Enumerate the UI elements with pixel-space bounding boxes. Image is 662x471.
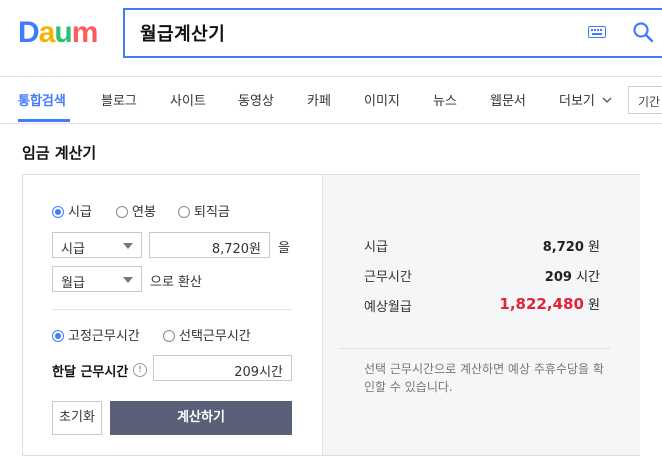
result-panel (322, 175, 640, 455)
result-hourly-unit: 원 (588, 240, 600, 255)
daum-logo[interactable]: Daum (18, 18, 108, 48)
tab-site[interactable]: 사이트 (170, 90, 206, 109)
result-monthly-number: 1,822,480 (499, 295, 584, 313)
tab-more-label: 더보기 (559, 94, 595, 109)
result-hourly-number: 8,720 (542, 240, 584, 255)
convert-suffix: 으로 환산 (150, 275, 202, 290)
radio-dot (52, 330, 64, 342)
info-icon[interactable]: ! (133, 363, 147, 377)
tab-more[interactable]: 더보기 (559, 90, 612, 109)
logo-letter-a: a (38, 16, 56, 49)
radio-fixed-hours-label: 고정근무시간 (68, 329, 140, 344)
calculate-button[interactable]: 계산하기 (110, 401, 292, 435)
tab-cafe[interactable]: 카페 (307, 90, 331, 109)
convert-unit-select[interactable]: 월급 (52, 266, 142, 292)
wage-unit-value: 시급 (61, 242, 85, 257)
tab-news[interactable]: 뉴스 (433, 90, 457, 109)
search-icon[interactable] (632, 21, 654, 43)
tab-web[interactable]: 웹문서 (490, 90, 526, 109)
result-label-monthly: 예상월급 (364, 300, 412, 315)
active-tab-indicator (18, 119, 70, 122)
hours-label: 한달 근무시간 (52, 365, 129, 380)
tab-all[interactable]: 통합검색 (18, 90, 66, 109)
amount-input[interactable]: 8,720원 (149, 232, 270, 258)
convert-unit-value: 월급 (61, 276, 85, 291)
radio-annual[interactable]: 연봉 (116, 201, 156, 220)
logo-letter-d: D (18, 16, 40, 49)
logo-letter-u: u (54, 16, 72, 49)
result-monthly-unit: 원 (588, 298, 600, 313)
result-hours-unit: 시간 (576, 270, 600, 285)
radio-dot (52, 206, 64, 218)
result-divider (340, 348, 610, 349)
divider (52, 309, 292, 310)
tab-video[interactable]: 동영상 (238, 90, 274, 109)
search-input[interactable]: 월급계산기 (140, 20, 225, 46)
radio-fixed-hours[interactable]: 고정근무시간 (52, 325, 140, 344)
result-label-hourly: 시급 (364, 240, 388, 255)
hours-input[interactable]: 209시간 (153, 355, 292, 381)
keyboard-icon[interactable] (588, 26, 606, 38)
radio-dot (116, 206, 128, 218)
result-note: 선택 근무시간으로 계산하면 예상 주휴수당을 확인할 수 있습니다. (364, 362, 604, 394)
radio-dot (163, 330, 175, 342)
result-label-hours: 근무시간 (364, 270, 412, 285)
chevron-down-icon (602, 97, 612, 103)
result-value-hours: 209 시간 (545, 266, 600, 285)
tab-blog[interactable]: 블로그 (101, 90, 137, 109)
radio-flexible-hours-label: 선택근무시간 (179, 329, 251, 344)
wage-unit-select[interactable]: 시급 (52, 232, 142, 258)
result-value-hourly: 8,720 원 (543, 236, 600, 255)
radio-hourly-label: 시급 (68, 205, 92, 220)
radio-hourly[interactable]: 시급 (52, 201, 92, 220)
dropdown-arrow-icon (123, 277, 133, 283)
logo-letter-m: m (71, 16, 99, 49)
radio-severance-label: 퇴직금 (194, 205, 230, 220)
radio-severance[interactable]: 퇴직금 (178, 201, 230, 220)
result-value-monthly: 1,822,480 원 (499, 294, 600, 313)
tab-image[interactable]: 이미지 (364, 90, 400, 109)
widget-title: 임금 계산기 (22, 144, 97, 162)
amount-suffix: 을 (278, 241, 290, 256)
radio-annual-label: 연봉 (132, 205, 156, 220)
reset-button[interactable]: 초기화 (52, 401, 102, 435)
radio-flexible-hours[interactable]: 선택근무시간 (163, 325, 251, 344)
dropdown-arrow-icon (123, 243, 133, 249)
radio-dot (178, 206, 190, 218)
result-hours-number: 209 (544, 270, 572, 285)
period-filter-button[interactable]: 기간 (628, 86, 662, 114)
